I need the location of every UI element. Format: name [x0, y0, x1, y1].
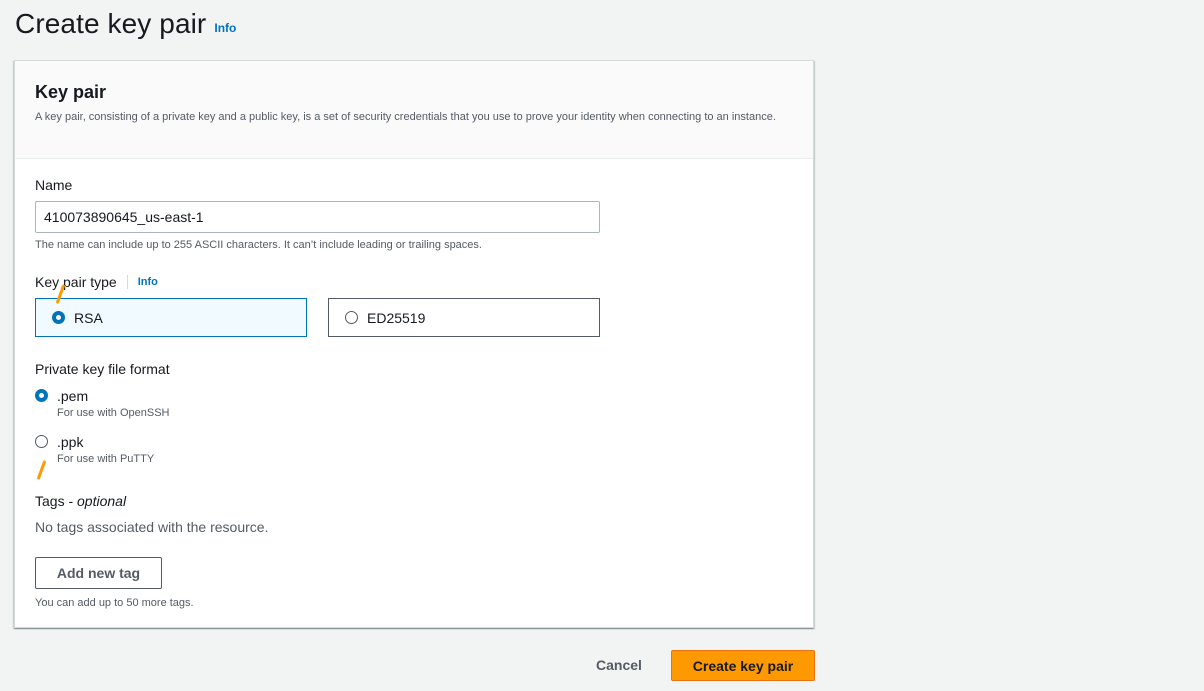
page-info-link[interactable]: Info — [214, 21, 236, 35]
format-option-pem[interactable]: .pem For use with OpenSSH — [35, 387, 170, 419]
panel-header: Key pair A key pair, consisting of a pri… — [15, 61, 813, 159]
file-format-label: Private key file format — [35, 361, 170, 377]
cancel-button[interactable]: Cancel — [583, 651, 655, 679]
name-label: Name — [35, 177, 73, 193]
label-divider — [126, 275, 128, 289]
key-type-label-row: Key pair type Info — [35, 274, 158, 290]
ed25519-label: ED25519 — [367, 309, 426, 326]
key-type-tile-rsa[interactable]: RSA — [35, 298, 307, 337]
page-header: Create key pair Info — [15, 6, 236, 42]
key-type-info-link[interactable]: Info — [138, 276, 158, 288]
pem-label: .pem — [57, 388, 89, 404]
key-pair-panel: Key pair A key pair, consisting of a pri… — [14, 60, 814, 628]
ppk-label: .ppk — [57, 434, 84, 450]
format-option-ppk[interactable]: .ppk For use with PuTTY — [35, 433, 154, 465]
add-new-tag-button[interactable]: Add new tag — [35, 557, 162, 589]
tags-limit-text: You can add up to 50 more tags. — [35, 597, 194, 609]
name-constraint: The name can include up to 255 ASCII cha… — [35, 239, 482, 251]
panel-description: A key pair, consisting of a private key … — [35, 111, 776, 123]
page-title: Create key pair — [15, 8, 207, 39]
ed25519-radio[interactable] — [345, 311, 358, 324]
key-type-label: Key pair type — [35, 274, 117, 290]
ppk-description: For use with PuTTY — [57, 453, 155, 465]
create-key-pair-button[interactable]: Create key pair — [671, 650, 815, 681]
key-type-tile-ed25519[interactable]: ED25519 — [328, 298, 600, 337]
panel-title: Key pair — [35, 82, 107, 102]
tags-optional: optional — [77, 493, 127, 509]
rsa-radio[interactable] — [52, 311, 65, 324]
pem-radio[interactable] — [35, 389, 48, 402]
pem-description: For use with OpenSSH — [57, 407, 170, 419]
rsa-label: RSA — [74, 309, 103, 326]
name-input[interactable] — [35, 201, 600, 233]
tags-label: Tags - optional — [35, 493, 127, 509]
ppk-radio[interactable] — [35, 435, 48, 448]
tags-empty-text: No tags associated with the resource. — [35, 519, 269, 535]
